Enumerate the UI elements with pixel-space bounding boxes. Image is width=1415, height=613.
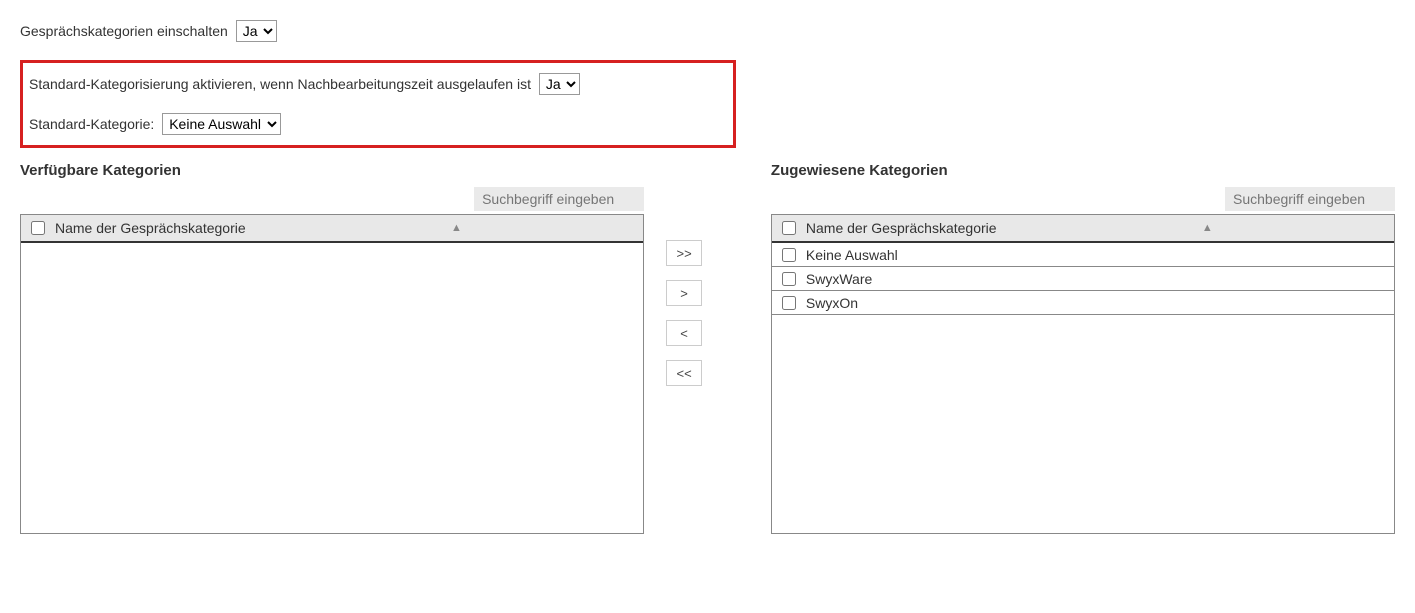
std-category-row: Standard-Kategorie: Keine Auswahl xyxy=(29,113,727,135)
auto-categorize-select[interactable]: Ja xyxy=(539,73,580,95)
row-checkbox[interactable] xyxy=(782,272,796,286)
assigned-table: Name der Gesprächskategorie ▲ Keine Ausw… xyxy=(771,214,1395,534)
move-all-right-button[interactable]: >> xyxy=(666,240,702,266)
available-column-header: Name der Gesprächskategorie xyxy=(55,220,246,236)
row-checkbox[interactable] xyxy=(782,296,796,310)
available-panel: Verfügbare Kategorien Name der Gesprächs… xyxy=(20,162,644,534)
assigned-table-header[interactable]: Name der Gesprächskategorie ▲ xyxy=(772,215,1394,243)
std-category-select[interactable]: Keine Auswahl xyxy=(162,113,281,135)
auto-categorize-label: Standard-Kategorisierung aktivieren, wen… xyxy=(29,76,531,92)
assigned-table-body: Keine Auswahl SwyxWare SwyxOn xyxy=(772,243,1394,533)
auto-categorize-row: Standard-Kategorisierung aktivieren, wen… xyxy=(29,73,727,95)
enable-categories-row: Gesprächskategorien einschalten Ja xyxy=(20,20,1395,42)
move-right-button[interactable]: > xyxy=(666,280,702,306)
available-table: Name der Gesprächskategorie ▲ xyxy=(20,214,644,534)
assigned-select-all-checkbox[interactable] xyxy=(782,221,796,235)
sort-asc-icon[interactable]: ▲ xyxy=(1202,222,1213,234)
available-search-row xyxy=(20,187,644,211)
table-row[interactable]: SwyxWare xyxy=(772,267,1394,291)
move-left-button[interactable]: < xyxy=(666,320,702,346)
transfer-buttons: >> > < << xyxy=(666,240,702,386)
highlight-box: Standard-Kategorisierung aktivieren, wen… xyxy=(20,60,736,148)
row-checkbox[interactable] xyxy=(782,248,796,262)
available-select-all-checkbox[interactable] xyxy=(31,221,45,235)
available-table-body xyxy=(21,243,643,533)
table-row[interactable]: Keine Auswahl xyxy=(772,243,1394,267)
row-label: Keine Auswahl xyxy=(806,247,898,263)
std-category-label: Standard-Kategorie: xyxy=(29,116,154,132)
assigned-search-row xyxy=(771,187,1395,211)
assigned-panel: Zugewiesene Kategorien Name der Gespräch… xyxy=(771,162,1395,534)
sort-asc-icon[interactable]: ▲ xyxy=(451,222,462,234)
enable-categories-select[interactable]: Ja xyxy=(236,20,277,42)
table-row[interactable]: SwyxOn xyxy=(772,291,1394,315)
available-title: Verfügbare Kategorien xyxy=(20,162,644,179)
assigned-column-header: Name der Gesprächskategorie xyxy=(806,220,997,236)
move-all-left-button[interactable]: << xyxy=(666,360,702,386)
enable-categories-label: Gesprächskategorien einschalten xyxy=(20,23,228,39)
available-search-input[interactable] xyxy=(474,187,644,211)
dual-list-area: Verfügbare Kategorien Name der Gesprächs… xyxy=(20,162,1395,534)
row-label: SwyxWare xyxy=(806,271,872,287)
row-label: SwyxOn xyxy=(806,295,858,311)
available-table-header[interactable]: Name der Gesprächskategorie ▲ xyxy=(21,215,643,243)
assigned-title: Zugewiesene Kategorien xyxy=(771,162,1395,179)
assigned-search-input[interactable] xyxy=(1225,187,1395,211)
